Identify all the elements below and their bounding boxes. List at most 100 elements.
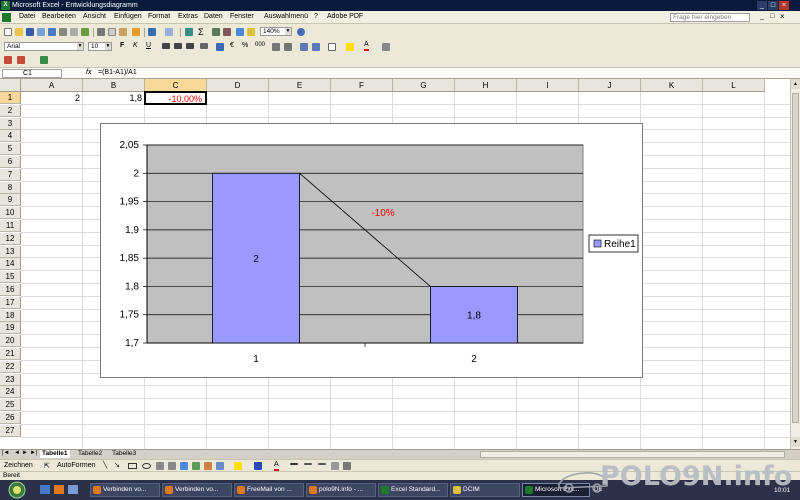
row-header-7[interactable]: 7 [0, 168, 21, 181]
column-header-d[interactable]: D [207, 79, 269, 92]
arrow-tool-icon[interactable]: ↘ [114, 461, 120, 469]
scroll-thumb[interactable] [792, 93, 799, 423]
name-box[interactable]: C1 [2, 69, 62, 78]
align-center-icon[interactable] [174, 43, 182, 49]
increase-indent-icon[interactable] [312, 43, 320, 51]
quicklaunch-ie-icon[interactable] [40, 485, 50, 494]
clipart-icon[interactable] [204, 462, 212, 470]
decrease-decimal-icon[interactable] [284, 43, 292, 51]
undo-icon[interactable] [148, 28, 156, 36]
workbook-icon[interactable] [2, 13, 11, 22]
line-tool-icon[interactable]: ╲ [103, 461, 107, 469]
row-header-5[interactable]: 5 [0, 143, 21, 156]
row-header-11[interactable]: 11 [0, 220, 21, 232]
row-header-24[interactable]: 24 [0, 386, 21, 399]
paste-icon[interactable] [119, 28, 127, 36]
line-style-icon[interactable] [290, 463, 298, 465]
tab-tabelle3[interactable]: Tabelle3 [110, 450, 138, 458]
save-icon[interactable] [26, 28, 34, 36]
align-right-icon[interactable] [186, 43, 194, 49]
row-header-12[interactable]: 12 [0, 232, 21, 245]
chart-wizard-icon[interactable] [236, 28, 244, 36]
quicklaunch-desktop-icon[interactable] [68, 485, 78, 494]
column-header-g[interactable]: G [393, 79, 455, 92]
fill-color-icon[interactable] [346, 43, 354, 51]
cell-a1[interactable]: 2 [21, 92, 80, 104]
row-header-19[interactable]: 19 [0, 322, 21, 335]
menu-format[interactable]: Format [148, 13, 170, 20]
help-search-input[interactable]: Frage hier eingeben [670, 13, 750, 22]
draw-font-color-icon[interactable]: A [274, 461, 279, 471]
menu-extras[interactable]: Extras [178, 13, 198, 20]
scroll-down-button[interactable]: ▼ [791, 437, 800, 447]
align-left-icon[interactable] [162, 43, 170, 49]
scroll-up-button[interactable]: ▲ [791, 79, 800, 89]
rectangle-tool-icon[interactable] [128, 463, 137, 469]
italic-button[interactable]: K [133, 42, 138, 49]
row-header-21[interactable]: 21 [0, 348, 21, 360]
row-header-10[interactable]: 10 [0, 207, 21, 220]
diagram-icon[interactable] [192, 462, 200, 470]
cell-c1[interactable]: -10,00% [144, 91, 207, 105]
copy-icon[interactable] [108, 28, 116, 36]
arrow-style-icon[interactable] [318, 463, 326, 465]
print-preview-icon[interactable] [70, 28, 78, 36]
drawing-icon[interactable] [247, 28, 255, 36]
doc-restore-button[interactable]: □ [770, 13, 774, 20]
formula-input[interactable]: =(B1-A1)/A1 [98, 69, 137, 76]
font-color-icon[interactable]: A [364, 41, 369, 51]
chart-object[interactable]: 1,7 1,75 1,8 1,85 1,9 1,95 2 2,05 2 1 1,8 2 -10% Reih… [100, 123, 643, 378]
tab-nav-first[interactable]: |◄ [2, 450, 10, 456]
row-header-6[interactable]: 6 [0, 156, 21, 168]
column-header-k[interactable]: K [641, 79, 703, 92]
format-painter-icon[interactable] [132, 28, 140, 36]
zoom-select[interactable]: 140% ▼ [260, 27, 292, 36]
help-icon[interactable] [297, 28, 305, 36]
fx-button[interactable]: fx [86, 69, 91, 76]
row-header-1[interactable]: 1 [0, 92, 21, 104]
font-name-select[interactable]: Arial ▼ [4, 42, 84, 51]
cut-icon[interactable] [97, 28, 105, 36]
row-header-9[interactable]: 9 [0, 194, 21, 207]
spellcheck-icon[interactable] [81, 28, 89, 36]
increase-decimal-icon[interactable] [272, 43, 280, 51]
menu-fenster[interactable]: Fenster [230, 13, 254, 20]
font-size-select[interactable]: 10 ▼ [88, 42, 112, 51]
menu-ansicht[interactable]: Ansicht [83, 13, 106, 20]
column-header-h[interactable]: H [455, 79, 517, 92]
quicklaunch-firefox-icon[interactable] [54, 485, 64, 494]
shadow-style-icon[interactable] [331, 462, 339, 470]
row-header-13[interactable]: 13 [0, 245, 21, 258]
wordart-icon[interactable] [180, 462, 188, 470]
minimize-button[interactable]: _ [757, 1, 767, 10]
refresh-icon[interactable] [40, 56, 48, 64]
print-icon[interactable] [59, 28, 67, 36]
task-excel-standard[interactable]: Excel Standard... [378, 483, 448, 497]
pdf-convert-icon[interactable] [4, 56, 12, 64]
picture-icon[interactable] [216, 462, 224, 470]
currency-icon[interactable] [216, 43, 224, 51]
toolbar-options-icon[interactable] [382, 43, 390, 51]
select-objects-icon[interactable]: ⇱ [44, 462, 50, 470]
vertical-textbox-icon[interactable] [168, 462, 176, 470]
task-dcim[interactable]: DCIM [450, 483, 520, 497]
tab-tabelle1[interactable]: Tabelle1 [40, 450, 70, 458]
task-polo9n[interactable]: polo9N.info - ... [306, 483, 376, 497]
row-header-22[interactable]: 22 [0, 360, 21, 373]
row-header-4[interactable]: 4 [0, 130, 21, 143]
column-header-i[interactable]: I [517, 79, 579, 92]
row-header-27[interactable]: 27 [0, 424, 21, 437]
thousands-icon[interactable]: 000 [255, 42, 265, 48]
row-header-2[interactable]: 2 [0, 104, 21, 117]
doc-close-button[interactable]: × [780, 12, 785, 21]
drawing-menu[interactable]: Zeichnen [4, 462, 33, 469]
column-header-b[interactable]: B [83, 79, 145, 92]
menu-einfuegen[interactable]: Einfügen [114, 13, 142, 20]
autosum-icon[interactable]: Σ [198, 27, 204, 37]
email-icon[interactable] [48, 28, 56, 36]
row-header-18[interactable]: 18 [0, 309, 21, 322]
row-header-26[interactable]: 26 [0, 412, 21, 424]
open-icon[interactable] [15, 28, 23, 36]
hyperlink-icon[interactable] [185, 28, 193, 36]
autoshapes-menu[interactable]: AutoFormen [57, 462, 96, 469]
